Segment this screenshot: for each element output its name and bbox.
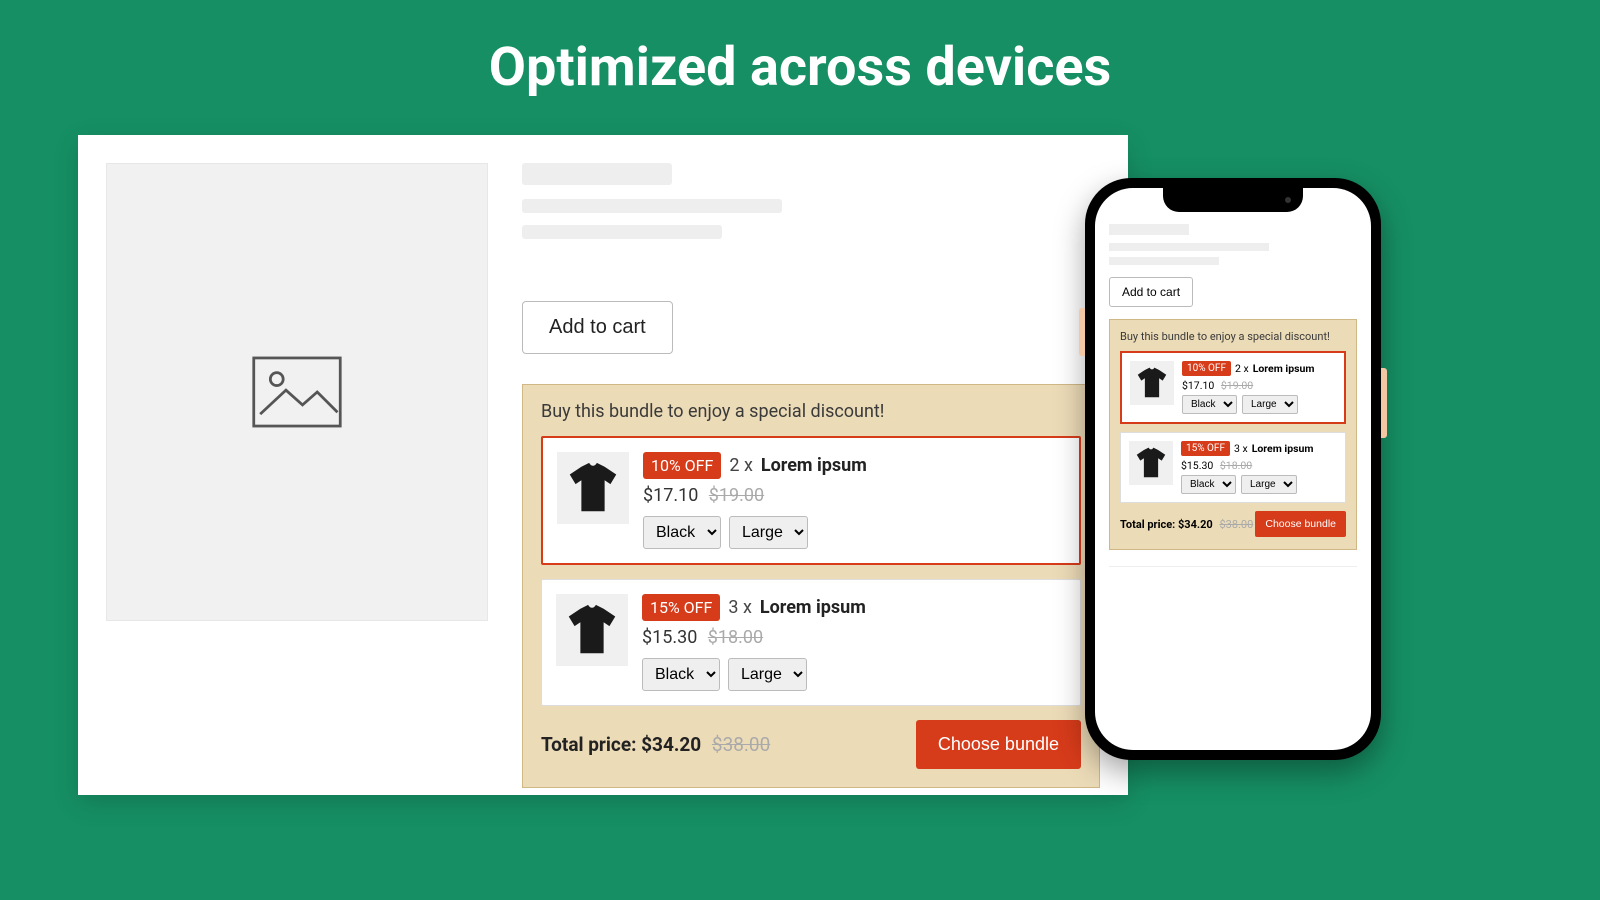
product-thumb bbox=[556, 594, 628, 666]
total-price-label: Total price: bbox=[1120, 518, 1175, 531]
skeleton-line bbox=[522, 225, 722, 239]
bundle-price: $15.30 bbox=[1181, 459, 1213, 472]
discount-badge: 15% OFF bbox=[1181, 441, 1230, 456]
desktop-preview: Add to cart Buy this bundle to enjoy a s… bbox=[78, 135, 1128, 795]
bundle-price: $15.30 bbox=[642, 627, 697, 648]
bundle-old-price: $19.00 bbox=[1221, 379, 1253, 392]
total-price-label: Total price: bbox=[541, 733, 636, 756]
color-select[interactable]: Black bbox=[1182, 395, 1237, 414]
skeleton-title bbox=[1109, 224, 1189, 235]
mobile-preview-content: Add to cart Buy this bundle to enjoy a s… bbox=[1095, 188, 1371, 581]
product-name: Lorem ipsum bbox=[1252, 442, 1314, 455]
product-thumb bbox=[1129, 441, 1173, 485]
quantity-text: 2 x bbox=[729, 455, 753, 476]
choose-bundle-button[interactable]: Choose bundle bbox=[1255, 511, 1346, 537]
color-select[interactable]: Black bbox=[643, 516, 721, 549]
size-select[interactable]: Large bbox=[1241, 475, 1297, 494]
bundle-offer-box: Buy this bundle to enjoy a special disco… bbox=[522, 384, 1100, 788]
size-select[interactable]: Large bbox=[1242, 395, 1298, 414]
product-name: Lorem ipsum bbox=[761, 455, 867, 476]
image-placeholder-icon bbox=[251, 355, 343, 429]
quantity-text: 3 x bbox=[728, 597, 752, 618]
bundle-old-price: $18.00 bbox=[708, 627, 763, 648]
product-details-column: Add to cart Buy this bundle to enjoy a s… bbox=[522, 163, 1100, 767]
bundle-option-1[interactable]: 10% OFF 2 x Lorem ipsum $17.10 $19.00 Bl… bbox=[1120, 351, 1346, 424]
bundle-old-price: $19.00 bbox=[709, 485, 764, 506]
color-select[interactable]: Black bbox=[642, 658, 720, 691]
total-old-price: $38.00 bbox=[1219, 518, 1253, 531]
bundle-footer: Total price: $34.20 $38.00 Choose bundle bbox=[541, 720, 1081, 769]
discount-badge: 15% OFF bbox=[642, 594, 720, 621]
bundle-heading: Buy this bundle to enjoy a special disco… bbox=[541, 401, 1081, 422]
bundle-offer-box: Buy this bundle to enjoy a special disco… bbox=[1109, 319, 1357, 550]
color-select[interactable]: Black bbox=[1181, 475, 1236, 494]
discount-badge: 10% OFF bbox=[1182, 361, 1231, 376]
bundle-card-body: 10% OFF 2 x Lorem ipsum $17.10 $19.00 Bl… bbox=[643, 452, 867, 549]
size-select[interactable]: Large bbox=[729, 516, 808, 549]
total-old-price: $38.00 bbox=[712, 733, 770, 756]
size-select[interactable]: Large bbox=[728, 658, 807, 691]
page-headline: Optimized across devices bbox=[0, 0, 1600, 99]
choose-bundle-button[interactable]: Choose bundle bbox=[916, 720, 1081, 769]
total-price: $34.20 bbox=[641, 733, 701, 756]
bundle-heading: Buy this bundle to enjoy a special disco… bbox=[1120, 330, 1346, 343]
product-thumb bbox=[557, 452, 629, 524]
product-image-placeholder bbox=[106, 163, 488, 621]
mobile-preview-device: Add to cart Buy this bundle to enjoy a s… bbox=[1085, 178, 1381, 760]
skeleton-line bbox=[1109, 243, 1269, 251]
phone-notch-icon bbox=[1163, 188, 1303, 212]
product-name: Lorem ipsum bbox=[1253, 362, 1315, 375]
skeleton-line bbox=[1109, 257, 1219, 265]
bundle-price: $17.10 bbox=[1182, 379, 1214, 392]
total-price: $34.20 bbox=[1178, 518, 1213, 531]
bundle-card-body: 15% OFF 3 x Lorem ipsum $15.30 $18.00 Bl… bbox=[642, 594, 866, 691]
bundle-option-2[interactable]: 15% OFF 3 x Lorem ipsum $15.30 $18.00 Bl… bbox=[1120, 432, 1346, 503]
add-to-cart-button[interactable]: Add to cart bbox=[522, 301, 673, 354]
add-to-cart-button[interactable]: Add to cart bbox=[1109, 277, 1193, 307]
divider bbox=[1109, 566, 1357, 567]
quantity-text: 2 x bbox=[1235, 362, 1249, 375]
product-thumb bbox=[1130, 361, 1174, 405]
skeleton-line bbox=[522, 199, 782, 213]
discount-badge: 10% OFF bbox=[643, 452, 721, 479]
bundle-price: $17.10 bbox=[643, 485, 698, 506]
bundle-option-2[interactable]: 15% OFF 3 x Lorem ipsum $15.30 $18.00 Bl… bbox=[541, 579, 1081, 706]
skeleton-title bbox=[522, 163, 672, 185]
bundle-option-1[interactable]: 10% OFF 2 x Lorem ipsum $17.10 $19.00 Bl… bbox=[541, 436, 1081, 565]
quantity-text: 3 x bbox=[1234, 442, 1248, 455]
product-name: Lorem ipsum bbox=[760, 597, 866, 618]
bundle-old-price: $18.00 bbox=[1220, 459, 1252, 472]
